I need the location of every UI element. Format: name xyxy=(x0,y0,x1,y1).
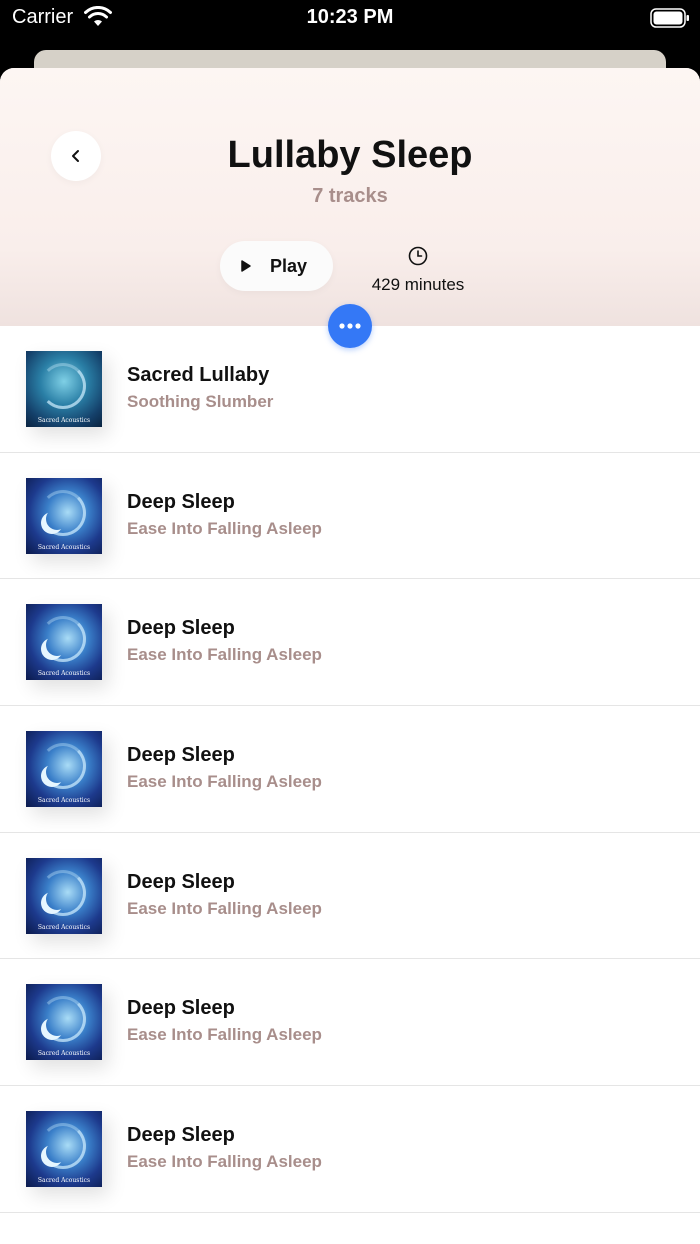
total-duration: 429 minutes xyxy=(360,246,476,295)
playlist-header: Lullaby Sleep 7 tracks Play 429 minutes xyxy=(0,68,700,326)
album-art: Sacred Acoustics xyxy=(26,984,102,1061)
track-row[interactable]: Sacred Acoustics Deep Sleep Ease Into Fa… xyxy=(0,1086,700,1213)
play-icon xyxy=(241,260,251,272)
track-row[interactable]: Sacred Acoustics Deep Sleep Ease Into Fa… xyxy=(0,453,700,580)
album-art: Sacred Acoustics xyxy=(26,857,102,934)
duration-label: 429 minutes xyxy=(371,275,465,294)
track-title: Deep Sleep xyxy=(127,617,235,640)
album-art: Sacred Acoustics xyxy=(26,604,102,681)
clock-icon xyxy=(408,246,428,266)
track-title: Deep Sleep xyxy=(127,744,235,767)
track-subtitle: Soothing Slumber xyxy=(127,392,274,411)
track-subtitle: Ease Into Falling Asleep xyxy=(127,1152,322,1172)
battery-icon xyxy=(650,8,689,28)
track-row[interactable]: Sacred Acoustics Deep Sleep Ease Into Fa… xyxy=(0,833,700,960)
ellipsis-icon xyxy=(339,323,361,329)
track-title: Deep Sleep xyxy=(127,1124,235,1147)
track-row[interactable]: Sacred Acoustics Deep Sleep Ease Into Fa… xyxy=(0,959,700,1087)
track-title: Sacred Lullaby xyxy=(127,364,270,386)
track-subtitle: Ease Into Falling Asleep xyxy=(127,898,322,918)
album-art: Sacred Acoustics xyxy=(26,477,102,554)
status-bar: Carrier 10:23 PM xyxy=(0,0,700,50)
album-art: Sacred Acoustics xyxy=(26,1111,102,1188)
album-art: Sacred Acoustics xyxy=(26,351,102,427)
track-subtitle: Ease Into Falling Asleep xyxy=(127,645,322,665)
playlist-sheet: Lullaby Sleep 7 tracks Play 429 minutes xyxy=(0,68,700,1244)
play-button[interactable]: Play xyxy=(220,241,333,291)
track-subtitle: Ease Into Falling Asleep xyxy=(127,772,322,792)
album-art: Sacred Acoustics xyxy=(26,731,102,808)
track-row[interactable]: Sacred Acoustics Deep Sleep Ease Into Fa… xyxy=(0,579,700,707)
track-count: 7 tracks xyxy=(312,185,388,207)
track-row[interactable]: Sacred Acoustics Deep Sleep Ease Into Fa… xyxy=(0,706,700,833)
track-title: Deep Sleep xyxy=(127,997,235,1020)
track-title: Deep Sleep xyxy=(127,870,235,893)
track-subtitle: Ease Into Falling Asleep xyxy=(127,1025,322,1045)
track-subtitle: Ease Into Falling Asleep xyxy=(127,518,322,538)
more-options-button[interactable] xyxy=(328,304,372,348)
clock-time: 10:23 PM xyxy=(306,6,394,28)
track-title: Deep Sleep xyxy=(127,490,235,513)
play-label: Play xyxy=(270,255,308,276)
page-title: Lullaby Sleep xyxy=(227,134,473,176)
track-list: Sacred Acoustics Sacred Lullaby Soothing… xyxy=(0,326,700,1213)
